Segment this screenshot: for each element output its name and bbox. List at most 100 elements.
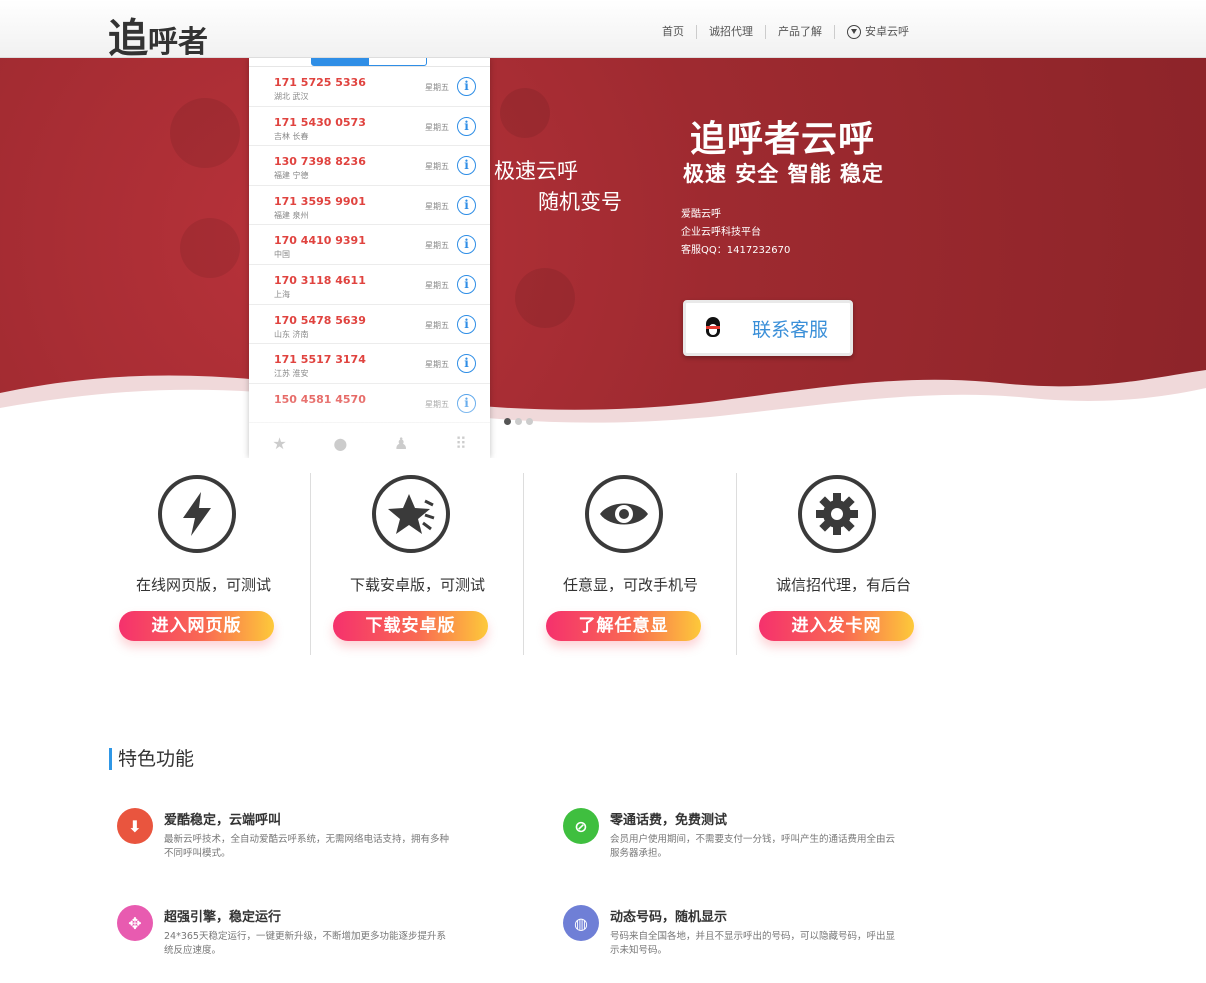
feature-card-agent: 诚信招代理，有后台 进入发卡网 — [736, 473, 949, 655]
call-log-row[interactable]: 170 3118 4611 上海 星期五 i — [249, 265, 490, 305]
call-day: 星期五 — [425, 201, 449, 211]
decor-circle — [500, 88, 550, 138]
call-day: 星期五 — [425, 122, 449, 132]
special-item-desc: 号码来自全国各地，并且不显示呼出的号码，可以隐藏号码，呼出显示未知号码。 — [610, 931, 896, 956]
contact-service-button[interactable]: 联系客服 — [683, 300, 853, 356]
feature-title: 在线网页版，可测试 — [135, 576, 271, 594]
special-item-desc: 最新云呼技术，全自动爱酷云呼系统，无需网络电话支持，拥有多种不同呼叫模式。 — [164, 834, 450, 859]
call-day: 星期五 — [425, 360, 449, 370]
call-log-list: 171 5725 5336 湖北 武汉 星期五 i 171 5430 0573 吉林 长春… — [249, 67, 490, 424]
call-log-row[interactable]: 171 5430 0573 吉林 长春 星期五 i — [249, 107, 490, 147]
download-android-button[interactable]: 下载安卓版 — [333, 611, 488, 641]
call-location: 中国 — [274, 250, 290, 260]
call-number: 171 5517 3174 — [274, 353, 366, 367]
call-day: 星期五 — [425, 83, 449, 92]
enter-card-shop-button[interactable]: 进入发卡网 — [759, 611, 914, 641]
no-sign-icon: ⊘ — [563, 808, 599, 844]
decor-circle — [515, 268, 575, 328]
learn-display-button[interactable]: 了解任意显 — [546, 611, 701, 641]
feature-card-android: 下载安卓版，可测试 下载安卓版 — [310, 473, 523, 655]
call-number: 170 3118 4611 — [274, 273, 366, 287]
call-log-row[interactable]: 171 5725 5336 湖北 武汉 星期五 i — [249, 67, 490, 107]
decor-circle — [180, 218, 240, 278]
decor-circle — [170, 98, 240, 168]
feature-title: 任意显，可改手机号 — [562, 576, 698, 594]
info-line: 爱酷云呼 — [681, 209, 721, 220]
site-logo[interactable]: 追呼者 — [108, 6, 208, 64]
call-day: 星期五 — [425, 162, 449, 172]
hero-banner: 171 5725 5336 湖北 武汉 星期五 i 171 5430 0573 吉林 长春… — [0, 58, 1206, 458]
info-icon[interactable]: i — [457, 314, 476, 334]
info-line: 企业云呼科技平台 — [681, 227, 761, 238]
move-icon: ✥ — [117, 905, 153, 941]
logo-text-big: 追 — [108, 16, 148, 62]
site-header: 追呼者 首页 诚招代理 产品了解 安卓云呼 — [0, 0, 1206, 62]
special-item-desc: 会员用户使用期间，不需要支付一分钱，呼叫产生的通话费用全由云服务器承担。 — [610, 834, 896, 859]
carousel-dot[interactable] — [504, 418, 511, 425]
grid-icon: ⠿ — [454, 433, 467, 453]
contacts-icon: ♟ — [393, 433, 409, 453]
call-number: 171 5430 0573 — [274, 115, 366, 129]
feature-title: 诚信招代理，有后台 — [775, 576, 911, 594]
call-location: 福建 泉州 — [274, 210, 309, 220]
feature-title: 下载安卓版，可测试 — [349, 576, 485, 594]
slogan-speed: 极速云呼 — [494, 159, 578, 183]
nav-home[interactable]: 首页 — [650, 25, 696, 39]
call-number: 170 4410 9391 — [274, 234, 366, 248]
feature-card-display: 任意显，可改手机号 了解任意显 — [523, 473, 736, 655]
nav-android[interactable]: 安卓云呼 — [834, 25, 921, 39]
feature-card-web: 在线网页版，可测试 进入网页版 — [97, 473, 310, 655]
call-log-row[interactable]: 171 3595 9901 福建 泉州 星期五 i — [249, 186, 490, 226]
info-icon[interactable]: i — [457, 274, 476, 294]
info-line: 客服QQ：1417232670 — [681, 245, 791, 256]
special-item-title: 动态号码，随机显示 — [610, 910, 728, 925]
feature-cards: 在线网页版，可测试 进入网页版 下载安卓版，可测试 下载安卓版 任意显，可改手机… — [97, 473, 949, 655]
banner-wave — [0, 370, 1206, 458]
info-icon[interactable]: i — [457, 156, 476, 176]
gear-icon — [798, 475, 876, 553]
download-circle-icon — [847, 25, 861, 39]
carousel-dot[interactable] — [526, 418, 533, 425]
enter-web-button[interactable]: 进入网页版 — [119, 611, 274, 641]
call-day: 星期五 — [425, 320, 449, 330]
star-icon: ★ — [272, 433, 287, 453]
phone-mockup: 171 5725 5336 湖北 武汉 星期五 i 171 5430 0573 吉林 长春… — [249, 58, 490, 458]
call-log-row[interactable]: 130 7398 8236 福建 宁德 星期五 i — [249, 146, 490, 186]
call-number: 130 7398 8236 — [274, 155, 366, 169]
phone-header — [249, 58, 490, 67]
nav-product[interactable]: 产品了解 — [765, 25, 834, 39]
main-nav: 首页 诚招代理 产品了解 安卓云呼 — [650, 25, 921, 39]
call-log-row[interactable]: 170 5478 5639 山东 济南 星期五 i — [249, 305, 490, 345]
info-icon[interactable]: i — [457, 195, 476, 215]
contact-service-label: 联系客服 — [752, 318, 829, 341]
banner-title: 追呼者云呼 — [690, 119, 876, 160]
section-title: 特色功能 — [109, 748, 194, 770]
info-icon[interactable]: i — [457, 77, 476, 96]
info-icon[interactable]: i — [457, 235, 476, 255]
call-location: 吉林 长春 — [274, 131, 309, 141]
special-item-title: 超强引擎，稳定运行 — [164, 910, 282, 925]
call-log-row[interactable]: 170 4410 9391 中国 星期五 i — [249, 225, 490, 265]
info-icon[interactable]: i — [457, 354, 476, 374]
info-icon[interactable]: i — [457, 116, 476, 136]
call-location: 上海 — [274, 289, 290, 299]
phone-tabbar: ★ ● ♟ ⠿ — [249, 428, 490, 458]
nav-agents[interactable]: 诚招代理 — [696, 25, 765, 39]
call-day: 星期五 — [425, 280, 449, 290]
star-icon — [372, 475, 450, 553]
logo-text-small: 呼者 — [148, 25, 208, 60]
call-number: 171 3595 9901 — [274, 194, 366, 208]
segmented-control — [311, 58, 427, 66]
nav-android-label: 安卓云呼 — [865, 25, 909, 38]
carousel-dots — [504, 418, 533, 425]
eye-icon — [585, 475, 663, 553]
banner-info: 爱酷云呼 企业云呼科技平台 客服QQ：1417232670 — [681, 206, 790, 260]
call-location: 湖北 武汉 — [274, 92, 309, 101]
special-item-title: 爱酷稳定，云端呼叫 — [164, 813, 282, 828]
call-location: 山东 济南 — [274, 329, 309, 339]
slogan-random: 随机变号 — [538, 190, 622, 214]
download-icon: ⬇ — [117, 808, 153, 844]
carousel-dot[interactable] — [515, 418, 522, 425]
lightning-icon — [158, 475, 236, 553]
special-item-title: 零通话费，免费测试 — [610, 813, 728, 828]
